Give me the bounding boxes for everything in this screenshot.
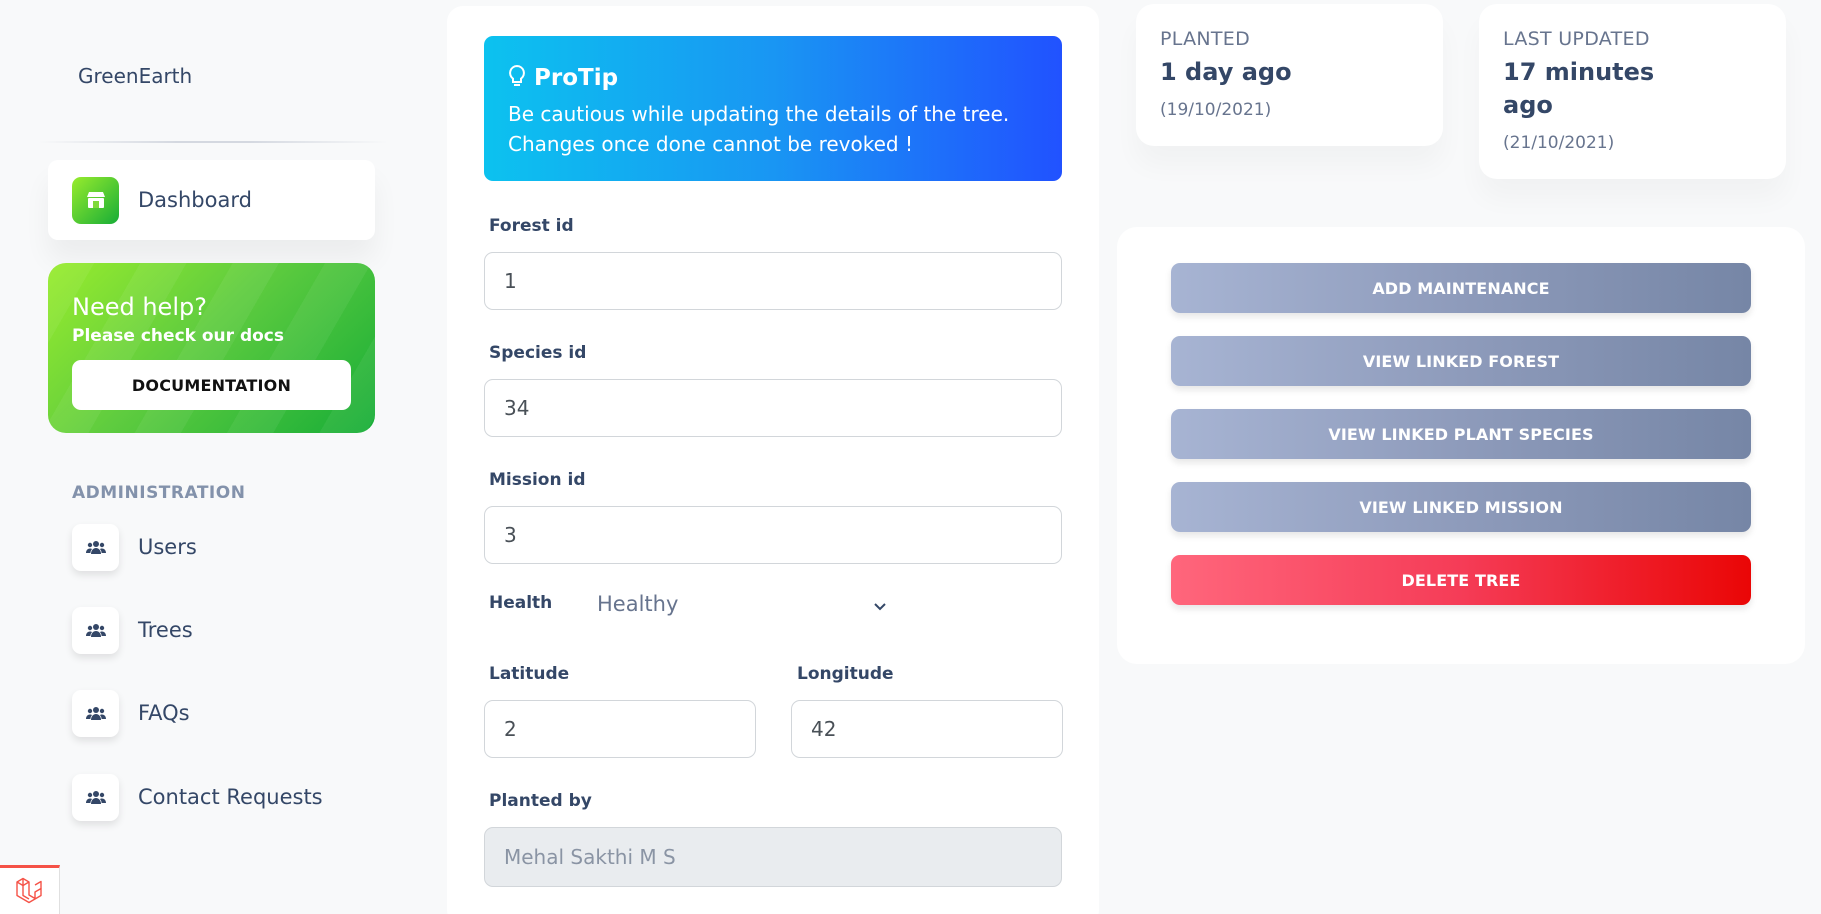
health-select[interactable]: Healthy (597, 586, 897, 622)
protip-alert: ProTip Be cautious while updating the de… (484, 36, 1062, 181)
users-icon (72, 606, 119, 654)
last-updated-value: 17 minutes ago (1503, 56, 1654, 122)
longitude-label: Longitude (797, 664, 894, 684)
sidebar-item-label: FAQs (138, 701, 190, 725)
sidebar-item-dashboard[interactable]: Dashboard (48, 160, 375, 240)
last-updated-label: LAST UPDATED (1503, 28, 1650, 50)
sidebar-item-label: Trees (138, 618, 193, 642)
sidebar-item-faqs[interactable]: FAQs (48, 683, 375, 743)
sidebar: GreenEarth Dashboard Need help? Please c… (0, 0, 420, 914)
add-maintenance-button[interactable]: ADD MAINTENANCE (1171, 263, 1751, 313)
last-updated-value-line-1: 17 minutes (1503, 58, 1655, 86)
delete-tree-button[interactable]: DELETE TREE (1171, 555, 1751, 605)
forest-id-label: Forest id (489, 216, 574, 236)
sidebar-item-label: Contact Requests (138, 785, 323, 809)
health-selected-value: Healthy (597, 592, 679, 616)
help-title: Need help? (72, 293, 207, 321)
species-id-input[interactable]: 34 (484, 379, 1062, 437)
health-label: Health (489, 593, 553, 613)
sidebar-item-trees[interactable]: Trees (48, 600, 375, 660)
help-card: Need help? Please check our docs DOCUMEN… (48, 263, 375, 433)
planted-stat-card: PLANTED 1 day ago (19/10/2021) (1136, 4, 1443, 146)
last-updated-value-line-2: ago (1503, 91, 1553, 119)
brand-name[interactable]: GreenEarth (78, 64, 192, 88)
sidebar-item-users[interactable]: Users (48, 517, 375, 577)
protip-title: ProTip (534, 65, 619, 91)
view-linked-mission-button[interactable]: VIEW LINKED MISSION (1171, 482, 1751, 532)
view-linked-forest-button[interactable]: VIEW LINKED FOREST (1171, 336, 1751, 386)
planted-label: PLANTED (1160, 28, 1251, 50)
last-updated-stat-card: LAST UPDATED 17 minutes ago (21/10/2021) (1479, 4, 1786, 179)
planted-by-label: Planted by (489, 791, 592, 811)
last-updated-date: (21/10/2021) (1503, 133, 1615, 153)
chevron-down-icon (872, 595, 888, 619)
sidebar-item-label: Dashboard (138, 188, 252, 212)
users-icon (72, 689, 119, 737)
laravel-debug-icon[interactable] (0, 865, 60, 914)
latitude-label: Latitude (489, 664, 570, 684)
mission-id-input[interactable]: 3 (484, 506, 1062, 564)
lightbulb-icon (508, 64, 526, 92)
planted-value: 1 day ago (1160, 58, 1292, 86)
sidebar-item-contact-requests[interactable]: Contact Requests (48, 767, 375, 827)
mission-id-label: Mission id (489, 470, 586, 490)
users-icon (72, 523, 119, 571)
documentation-button[interactable]: DOCUMENTATION (72, 360, 351, 410)
longitude-input[interactable]: 42 (791, 700, 1063, 758)
protip-line-2: Changes once done cannot be revoked ! (508, 132, 913, 156)
protip-line-1: Be cautious while updating the details o… (508, 102, 1010, 126)
sidebar-item-label: Users (138, 535, 197, 559)
view-linked-plant-species-button[interactable]: VIEW LINKED PLANT SPECIES (1171, 409, 1751, 459)
forest-id-input[interactable]: 1 (484, 252, 1062, 310)
help-subtitle: Please check our docs (72, 326, 284, 346)
section-heading-administration: ADMINISTRATION (72, 483, 246, 503)
sidebar-divider (38, 141, 388, 143)
planted-by-input: Mehal Sakthi M S (484, 827, 1062, 887)
species-id-label: Species id (489, 343, 587, 363)
planted-date: (19/10/2021) (1160, 100, 1272, 120)
shop-icon (72, 176, 119, 224)
latitude-input[interactable]: 2 (484, 700, 756, 758)
users-icon (72, 773, 119, 821)
